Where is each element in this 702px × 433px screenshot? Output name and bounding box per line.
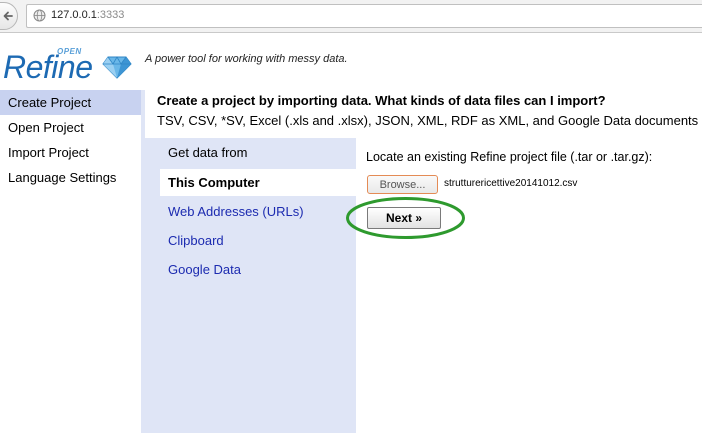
source-clipboard[interactable]: Clipboard [160, 227, 356, 254]
source-google-data[interactable]: Google Data [160, 256, 356, 283]
source-this-computer[interactable]: This Computer [160, 169, 356, 196]
nav-open-project[interactable]: Open Project [0, 115, 141, 140]
back-arrow-icon [3, 11, 13, 21]
browser-address-bar: 127.0.0.1:3333 [0, 0, 702, 33]
nav-import-project[interactable]: Import Project [0, 140, 141, 165]
url-host: 127.0.0.1 [51, 9, 97, 21]
source-web-addresses[interactable]: Web Addresses (URLs) [160, 198, 356, 225]
url-port: :3333 [96, 9, 125, 21]
panel-header: Create a project by importing data. What… [141, 90, 702, 138]
data-source-list: Get data from This Computer Web Addresse… [145, 138, 356, 433]
import-form: Locate an existing Refine project file (… [356, 138, 702, 433]
browse-button[interactable]: Browse... [367, 175, 438, 194]
panel-heading: Create a project by importing data. What… [157, 93, 606, 108]
app-header: OPEN Refine A power tool for working wit… [0, 33, 702, 88]
back-button[interactable] [0, 2, 18, 30]
left-nav: Create Project Open Project Import Proje… [0, 90, 141, 190]
get-data-from-label: Get data from [168, 145, 248, 160]
globe-icon [33, 9, 46, 22]
tagline: A power tool for working with messy data… [145, 53, 348, 65]
openrefine-logo[interactable]: OPEN Refine [3, 43, 133, 87]
supported-formats-text: TSV, CSV, *SV, Excel (.xls and .xlsx), J… [157, 113, 699, 128]
nav-create-project[interactable]: Create Project [0, 90, 141, 115]
logo-refine-text: Refine [3, 49, 93, 85]
nav-language-settings[interactable]: Language Settings [0, 165, 141, 190]
create-project-panel: Create a project by importing data. What… [141, 90, 702, 433]
diamond-icon [102, 56, 132, 79]
next-button[interactable]: Next » [367, 207, 441, 229]
url-field[interactable]: 127.0.0.1:3333 [26, 4, 702, 28]
locate-file-label: Locate an existing Refine project file (… [366, 150, 653, 164]
selected-filename: strutturericettive20141012.csv [444, 178, 578, 189]
url-text: 127.0.0.1:3333 [51, 9, 124, 22]
